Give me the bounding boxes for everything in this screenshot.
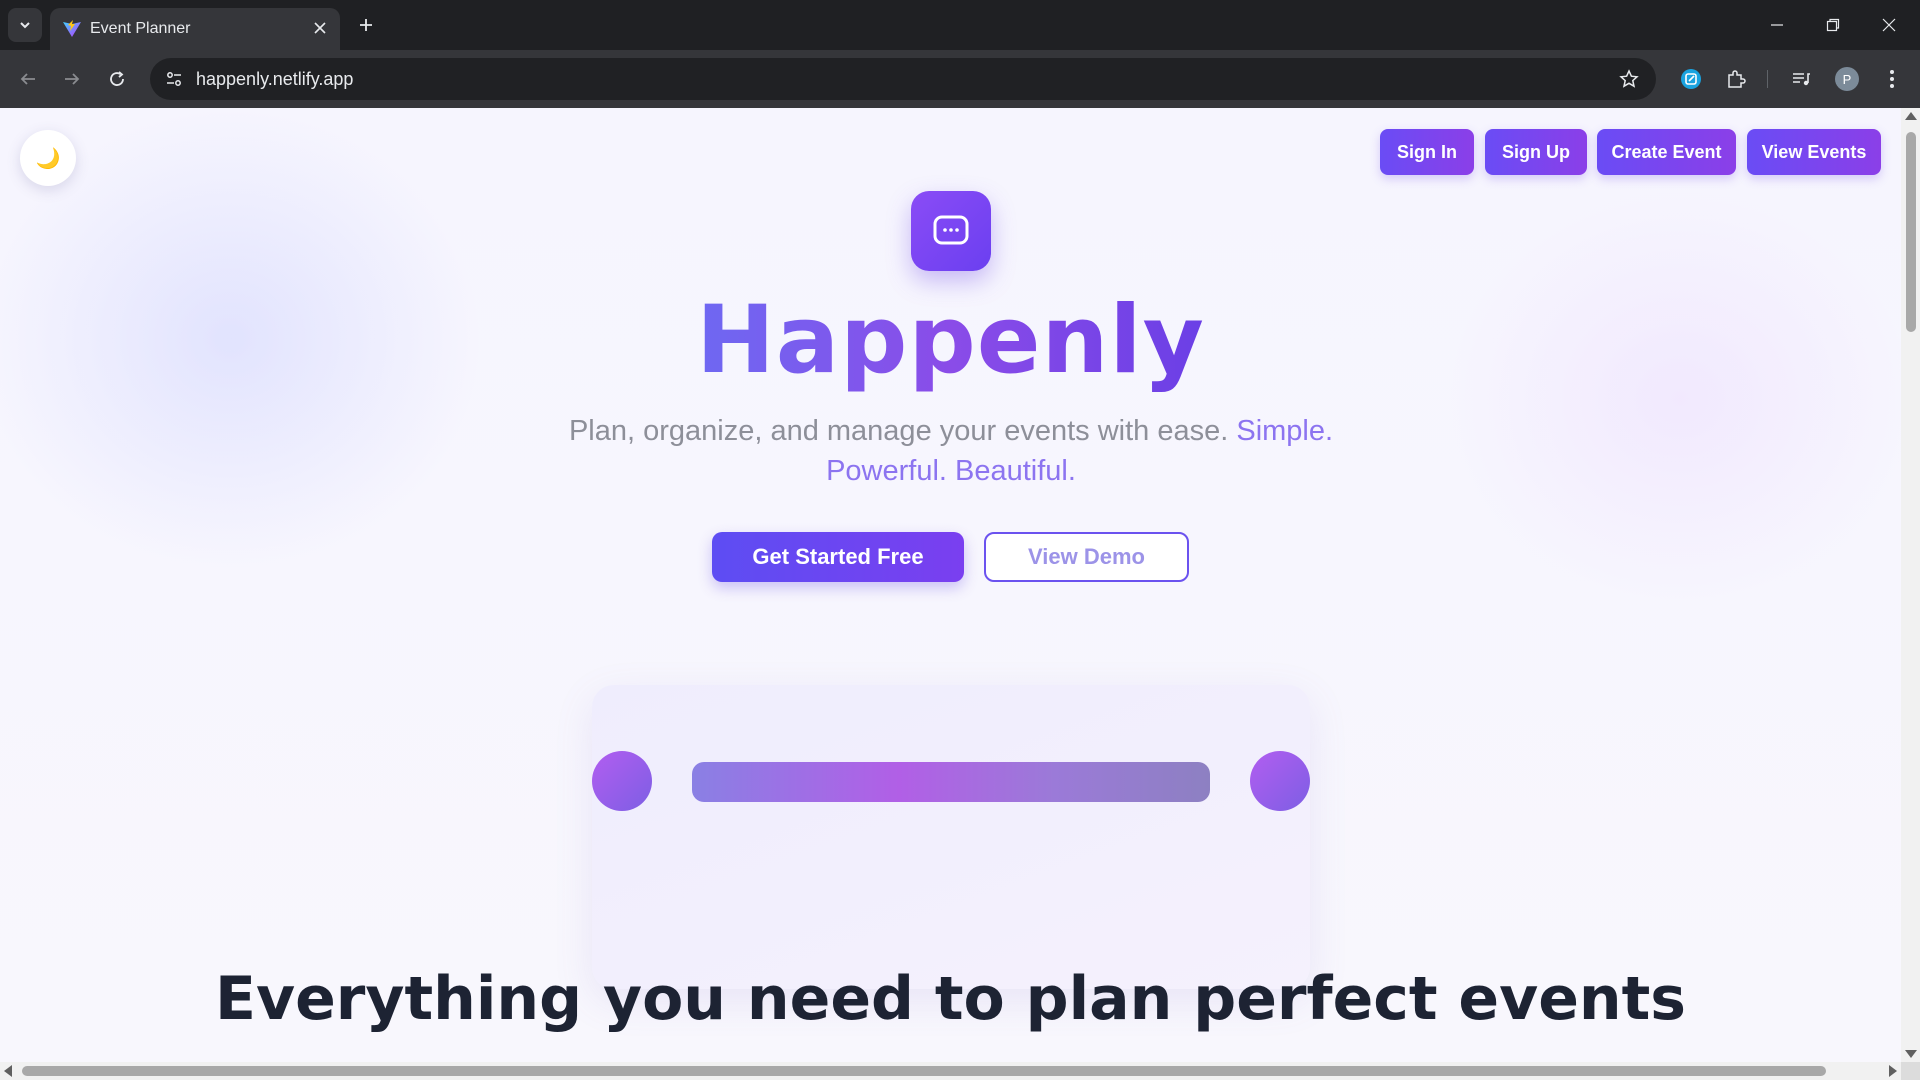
view-events-button[interactable]: View Events bbox=[1747, 129, 1881, 175]
preview-bar bbox=[692, 762, 1210, 802]
puzzle-icon bbox=[1728, 70, 1746, 88]
extensions-button[interactable] bbox=[1720, 63, 1752, 95]
scrollbar-corner bbox=[1901, 1062, 1920, 1080]
browser-menu-button[interactable] bbox=[1876, 63, 1908, 95]
playlist-icon bbox=[1793, 73, 1810, 86]
create-event-button[interactable]: Create Event bbox=[1597, 129, 1736, 175]
reload-button[interactable] bbox=[101, 63, 133, 95]
avatar: P bbox=[1835, 67, 1859, 91]
kebab-menu-icon bbox=[1890, 70, 1894, 88]
url-text: happenly.netlify.app bbox=[196, 69, 354, 89]
page-viewport: 🌙 Sign In Sign Up Create Event View Even… bbox=[0, 108, 1901, 1062]
extension-badge-button[interactable] bbox=[1675, 63, 1707, 95]
media-controls-button[interactable] bbox=[1785, 63, 1817, 95]
horizontal-scrollbar[interactable] bbox=[0, 1062, 1901, 1080]
close-window-button[interactable] bbox=[1866, 6, 1912, 44]
arrow-right-icon bbox=[65, 73, 80, 85]
browser-tab-bar: Event Planner bbox=[0, 0, 1920, 50]
app-logo bbox=[911, 191, 991, 271]
bookmark-button[interactable] bbox=[1614, 64, 1644, 94]
tagline-accent-beautiful: Beautiful. bbox=[955, 455, 1076, 487]
brand-title: Happenly bbox=[0, 286, 1901, 395]
theme-toggle-button[interactable]: 🌙 bbox=[20, 130, 76, 186]
close-icon bbox=[314, 22, 326, 34]
minimize-icon bbox=[1771, 24, 1783, 26]
get-started-button[interactable]: Get Started Free bbox=[712, 532, 964, 582]
features-heading: Everything you need to plan perfect even… bbox=[214, 964, 1687, 1034]
horizontal-scroll-thumb[interactable] bbox=[22, 1066, 1826, 1076]
minimize-button[interactable] bbox=[1754, 6, 1800, 44]
site-info-button[interactable] bbox=[158, 63, 190, 95]
reload-icon bbox=[110, 71, 124, 86]
arrow-left-icon bbox=[20, 73, 35, 85]
restore-icon bbox=[1826, 18, 1840, 32]
tab-title: Event Planner bbox=[90, 20, 191, 37]
close-icon bbox=[1882, 18, 1896, 32]
address-bar[interactable]: happenly.netlify.app bbox=[150, 58, 1656, 100]
restore-button[interactable] bbox=[1810, 6, 1856, 44]
sign-in-button[interactable]: Sign In bbox=[1380, 129, 1474, 175]
chat-bubble-icon bbox=[933, 215, 969, 245]
browser-tab[interactable]: Event Planner bbox=[50, 8, 340, 50]
star-icon bbox=[1619, 69, 1639, 88]
hero-tagline: Plan, organize, and manage your events w… bbox=[540, 411, 1362, 491]
close-tab-button[interactable] bbox=[308, 16, 332, 40]
extension-badge-icon bbox=[1681, 69, 1701, 89]
tagline-accent-powerful: Powerful. bbox=[826, 455, 947, 487]
tagline-accent-simple: Simple. bbox=[1236, 415, 1334, 447]
preview-dot-left bbox=[592, 751, 652, 811]
tagline-text: Plan, organize, and manage your events w… bbox=[568, 415, 1229, 447]
scroll-right-arrow[interactable] bbox=[1889, 1065, 1897, 1077]
tab-search-button[interactable] bbox=[8, 8, 42, 42]
new-tab-button[interactable] bbox=[352, 11, 380, 39]
brand-title-text: Happenly bbox=[696, 286, 1205, 395]
sign-up-button[interactable]: Sign Up bbox=[1485, 129, 1587, 175]
forward-button[interactable] bbox=[56, 63, 88, 95]
tune-icon bbox=[167, 72, 181, 86]
view-demo-button[interactable]: View Demo bbox=[984, 532, 1189, 582]
vertical-scroll-thumb[interactable] bbox=[1906, 132, 1916, 332]
back-button[interactable] bbox=[12, 63, 44, 95]
toolbar-separator bbox=[1767, 70, 1768, 88]
hero-preview-card bbox=[592, 685, 1310, 989]
scroll-up-arrow[interactable] bbox=[1905, 112, 1917, 120]
vite-logo-icon bbox=[62, 19, 82, 43]
scroll-left-arrow[interactable] bbox=[4, 1065, 12, 1077]
browser-toolbar: happenly.netlify.app P bbox=[0, 50, 1920, 108]
scroll-down-arrow[interactable] bbox=[1905, 1050, 1917, 1058]
moon-icon: 🌙 bbox=[35, 146, 61, 170]
chevron-down-icon bbox=[20, 22, 30, 29]
profile-button[interactable]: P bbox=[1831, 63, 1863, 95]
plus-icon bbox=[360, 19, 372, 31]
preview-dot-right bbox=[1250, 751, 1310, 811]
vertical-scrollbar[interactable] bbox=[1901, 108, 1920, 1062]
